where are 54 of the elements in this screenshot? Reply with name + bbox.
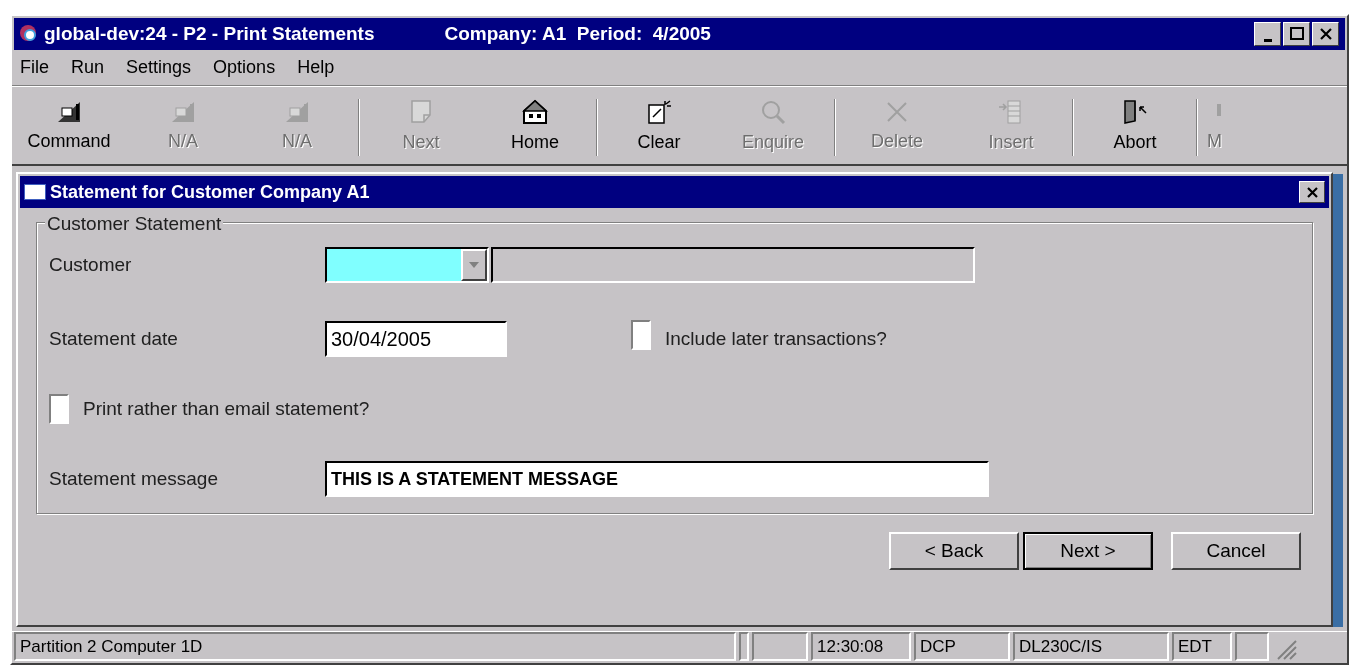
customer-name-field[interactable] [491, 247, 975, 283]
menu-item[interactable]: Settings [126, 54, 192, 81]
dialog-title: Statement for Customer Company A1 [50, 180, 370, 204]
function-key-icon [56, 100, 82, 124]
clear-page-icon [646, 99, 672, 125]
dialog-button[interactable]: Next > [1023, 532, 1153, 570]
menu-item[interactable]: Run [71, 54, 105, 81]
company-period: Company: A1 Period: 4/2005 [444, 21, 711, 46]
status-bar-panel: Partition 2 Computer 1D [14, 632, 736, 661]
checkbox[interactable] [631, 319, 651, 350]
status-bar-panel: 12:30:08 [811, 632, 911, 661]
function-key-icon [284, 100, 310, 124]
door-exit-icon [1122, 99, 1148, 125]
function-key-icon [170, 100, 196, 124]
window-title: global-dev:24 - P2 - Print Statements [44, 21, 375, 46]
status-bar-panel: DCP [914, 632, 1010, 661]
toolbar-button[interactable]: Command [12, 91, 126, 164]
close-button[interactable] [1299, 181, 1325, 203]
minimize-button[interactable] [1254, 22, 1281, 46]
close-button[interactable] [1312, 22, 1339, 46]
checkbox-label: Print rather than email statement? [83, 396, 370, 421]
customer-field[interactable] [327, 249, 461, 281]
status-bar-panel [752, 632, 808, 661]
page-icon [409, 99, 433, 125]
checkbox-label: Include later transactions? [665, 326, 887, 351]
close-icon [1305, 185, 1319, 199]
date-field[interactable]: 30/04/2005 [325, 321, 507, 357]
status-bar-panel [739, 632, 749, 661]
status-bar-panel [1235, 632, 1269, 661]
field-label: Statement message [49, 466, 219, 491]
menu-item[interactable]: Help [297, 54, 335, 81]
toolbar-button[interactable]: Abort [1078, 91, 1192, 164]
menu-item[interactable]: File [20, 54, 49, 81]
toolbar-button[interactable]: Clear [602, 91, 716, 164]
message-field[interactable]: THIS IS A STATEMENT MESSAGE [325, 461, 989, 497]
toolbar-button[interactable]: Home [478, 91, 592, 164]
house-icon [522, 99, 548, 125]
status-bar-panel: DL230C/IS [1013, 632, 1169, 661]
menu-item[interactable]: Options [213, 54, 276, 81]
status-bar-panel: EDT [1172, 632, 1232, 661]
dialog-button[interactable]: Cancel [1171, 532, 1301, 570]
maximize-button[interactable] [1283, 22, 1310, 46]
dialog-button[interactable]: < Back [889, 532, 1019, 570]
insert-rows-icon [998, 99, 1024, 125]
field-label: Statement date [49, 326, 179, 351]
checkbox[interactable] [49, 394, 69, 424]
cross-icon [885, 100, 909, 124]
search-icon [760, 99, 786, 125]
minimize-icon [1263, 39, 1272, 42]
customer-combo[interactable] [325, 247, 489, 283]
close-icon [1318, 27, 1333, 41]
field-label: Customer [49, 252, 133, 277]
maximize-icon [1289, 27, 1304, 41]
dialog-icon [24, 184, 46, 200]
